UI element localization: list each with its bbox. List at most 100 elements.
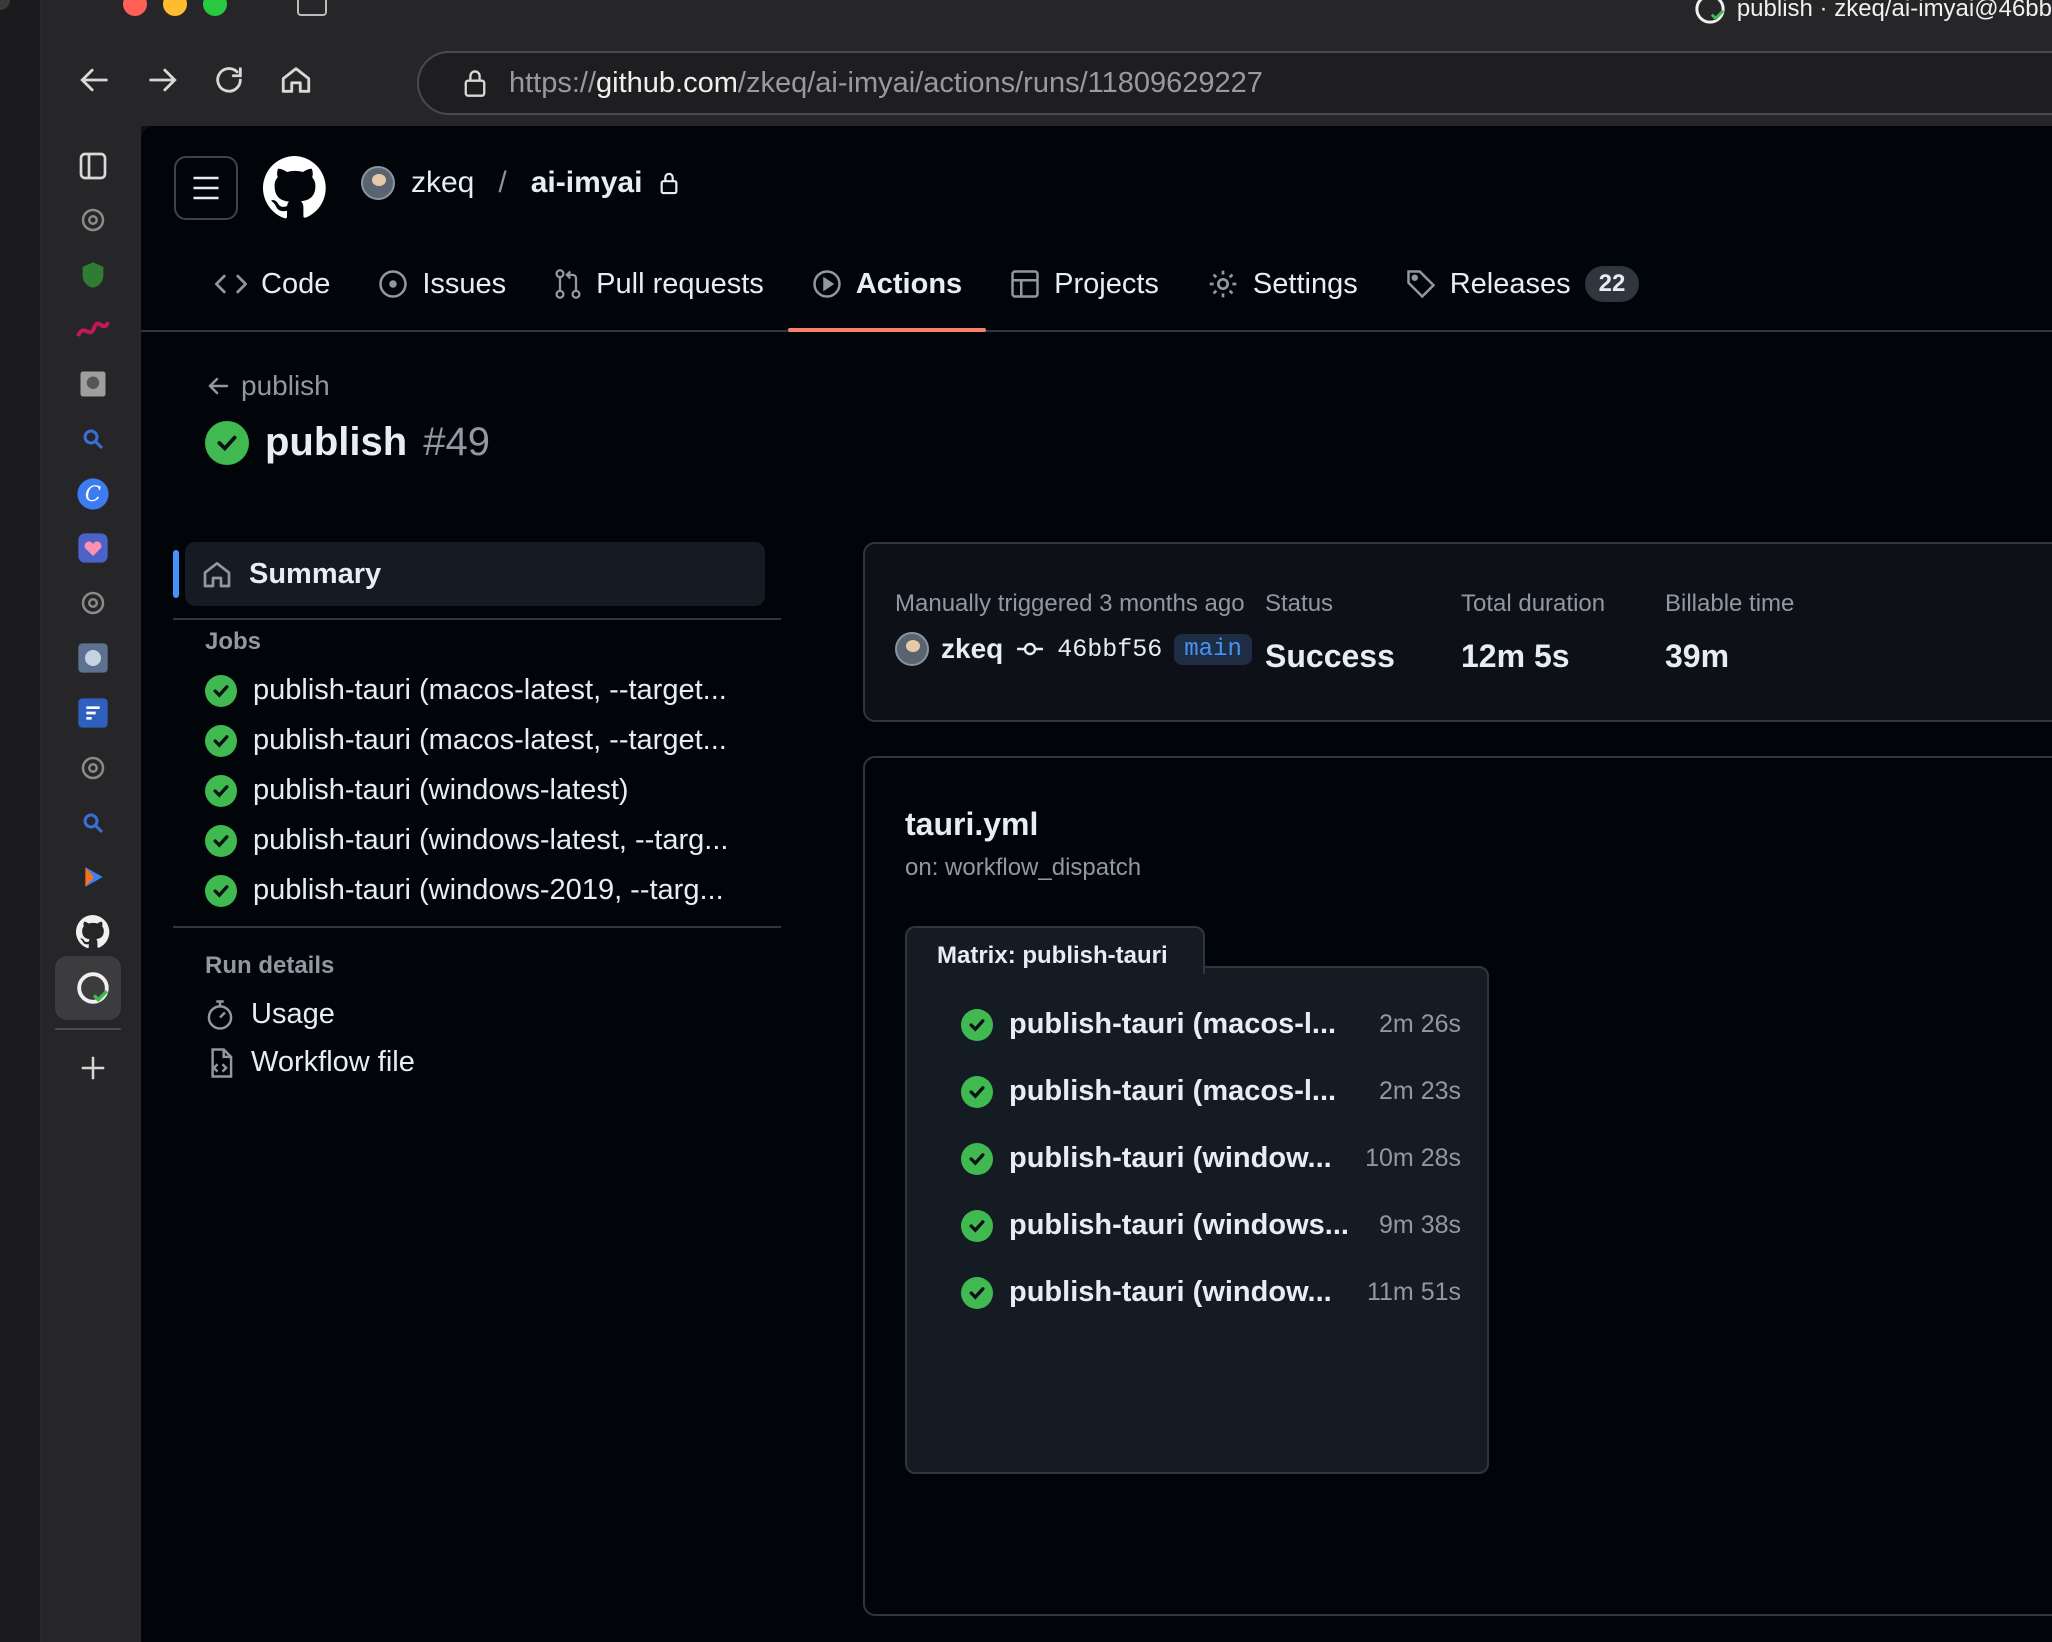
github-actions-app-icon[interactable]: [71, 966, 115, 1010]
success-check-icon: [205, 824, 237, 857]
duration-label: Total duration: [1461, 590, 1606, 617]
file-code-icon: [211, 1047, 233, 1078]
tab-actions[interactable]: Actions: [787, 256, 987, 332]
tab-projects-label: Projects: [1054, 267, 1159, 300]
success-check-icon: [961, 1276, 993, 1309]
commit-sha-link[interactable]: 46bbf56: [1057, 635, 1162, 664]
search-app-icon-2[interactable]: [71, 801, 115, 845]
github-app-icon[interactable]: [71, 910, 115, 954]
matrix-job[interactable]: publish-tauri (macos-l... 2m 23s: [961, 1075, 1461, 1108]
arrow-right-icon: [149, 68, 177, 92]
sidebar-toggle-icon[interactable]: [297, 0, 327, 16]
matrix-job[interactable]: publish-tauri (windows... 9m 38s: [961, 1209, 1461, 1242]
billable-label: Billable time: [1665, 590, 1795, 617]
tab-projects[interactable]: Projects: [986, 256, 1183, 312]
repo-header: zkeq / ai-imyai Code Issues Pull request…: [141, 126, 2052, 332]
job-nav-label: publish-tauri (windows-latest, --targ...: [253, 824, 729, 856]
breadcrumb-separator: /: [498, 166, 507, 199]
menu-button[interactable]: [174, 156, 238, 220]
minimize-window-button[interactable]: [163, 0, 187, 16]
success-check-icon: [961, 1142, 993, 1175]
matrix-job[interactable]: publish-tauri (window... 10m 28s: [961, 1142, 1461, 1175]
matrix-job-duration: 10m 28s: [1365, 1144, 1461, 1172]
title-bar: publish · zkeq/ai-imyai@46bb: [41, 0, 2052, 26]
usage-nav-item[interactable]: Usage: [205, 998, 335, 1031]
browser-toolbar: https://github.com/zkeq/ai-imyai/actions…: [41, 26, 2052, 126]
notes-app-icon[interactable]: [71, 691, 115, 735]
actor-avatar[interactable]: [895, 632, 929, 666]
matrix-job-duration: 2m 26s: [1379, 1010, 1461, 1038]
job-nav-item[interactable]: publish-tauri (windows-latest): [205, 774, 629, 807]
duration-value: 12m 5s: [1461, 638, 1570, 674]
workflow-file-nav-item[interactable]: Workflow file: [205, 1046, 415, 1079]
url-text[interactable]: https://github.com/zkeq/ai-imyai/actions…: [509, 67, 1263, 100]
owner-avatar[interactable]: [361, 166, 395, 200]
heart-app-icon[interactable]: [71, 526, 115, 570]
commit-icon: [1017, 642, 1044, 656]
tab-issues[interactable]: Issues: [354, 256, 530, 312]
lock-icon: [661, 172, 678, 195]
matrix-job-name: publish-tauri (windows...: [1009, 1209, 1349, 1241]
chatgpt-app-icon[interactable]: [71, 198, 115, 242]
home-button[interactable]: [272, 56, 320, 104]
back-button[interactable]: [71, 56, 119, 104]
arrow-left-icon: [80, 68, 108, 92]
sidebar-panel-icon[interactable]: [71, 144, 115, 188]
workflow-trigger: on: workflow_dispatch: [905, 854, 1142, 881]
nav-divider: [173, 926, 781, 928]
job-nav-item[interactable]: publish-tauri (macos-latest, --target...: [205, 674, 727, 707]
arrow-left-icon: [208, 377, 229, 395]
c-app-icon[interactable]: C: [71, 472, 115, 516]
maximize-window-button[interactable]: [203, 0, 227, 16]
matrix-label: Matrix: publish-tauri: [905, 926, 1205, 974]
github-logo-icon[interactable]: [262, 156, 327, 220]
add-app-icon[interactable]: [71, 1046, 115, 1090]
matrix-job[interactable]: publish-tauri (window... 11m 51s: [961, 1276, 1461, 1309]
tab-settings-label: Settings: [1252, 267, 1358, 300]
table-icon: [1011, 270, 1039, 298]
repo-owner-link[interactable]: zkeq: [411, 166, 474, 200]
url-path: /zkeq/ai-imyai/actions/runs/11809629227: [737, 66, 1263, 99]
success-check-icon: [961, 1209, 993, 1242]
job-nav-item[interactable]: publish-tauri (windows-latest, --targ...: [205, 824, 728, 857]
search-app-icon[interactable]: [71, 417, 115, 461]
play-app-icon[interactable]: [71, 855, 115, 899]
tab-settings[interactable]: Settings: [1183, 256, 1382, 312]
tab-releases[interactable]: Releases 22: [1382, 256, 1664, 312]
tab-pull-requests[interactable]: Pull requests: [530, 256, 788, 312]
workflow-file-label: Workflow file: [251, 1046, 415, 1078]
job-nav-item[interactable]: publish-tauri (macos-latest, --target...: [205, 724, 727, 757]
shield-app-icon[interactable]: [71, 253, 115, 297]
actor-link[interactable]: zkeq: [941, 633, 1003, 665]
svg-text:C: C: [85, 482, 101, 507]
image-app-icon[interactable]: [71, 362, 115, 406]
repo-name-link[interactable]: ai-imyai: [531, 166, 643, 200]
close-window-button[interactable]: [123, 0, 147, 16]
active-tab-title[interactable]: publish · zkeq/ai-imyai@46bb: [1695, 0, 2052, 24]
status-column: Status Success: [1265, 590, 1395, 675]
github-page: zkeq / ai-imyai Code Issues Pull request…: [141, 126, 2052, 1642]
success-check-icon: [205, 674, 237, 707]
forward-button[interactable]: [138, 56, 186, 104]
branch-badge[interactable]: main: [1174, 633, 1252, 665]
matrix-job[interactable]: publish-tauri (macos-l... 2m 26s: [961, 1008, 1461, 1041]
chatgpt-app-icon-3[interactable]: [71, 746, 115, 790]
nav-divider: [173, 618, 781, 620]
lock-icon[interactable]: [455, 68, 495, 98]
tiger-app-icon[interactable]: [71, 636, 115, 680]
matrix-job-duration: 11m 51s: [1366, 1278, 1461, 1306]
job-nav-item[interactable]: publish-tauri (windows-2019, --targ...: [205, 874, 724, 907]
github-favicon-icon: [1695, 0, 1725, 24]
summary-nav-item[interactable]: Summary: [185, 542, 765, 606]
reload-icon: [216, 67, 242, 93]
releases-count-badge: 22: [1584, 266, 1640, 302]
reload-button[interactable]: [205, 56, 253, 104]
matrix-job-duration: 2m 23s: [1379, 1077, 1461, 1105]
address-bar[interactable]: https://github.com/zkeq/ai-imyai/actions…: [417, 51, 2052, 115]
sui-app-icon[interactable]: [71, 308, 115, 352]
matrix-job-name: publish-tauri (window...: [1009, 1276, 1332, 1308]
back-to-workflow-link[interactable]: publish: [207, 370, 330, 402]
chatgpt-app-icon-2[interactable]: [71, 581, 115, 625]
billable-value[interactable]: 39m: [1665, 638, 1794, 675]
tab-code[interactable]: Code: [191, 256, 354, 312]
